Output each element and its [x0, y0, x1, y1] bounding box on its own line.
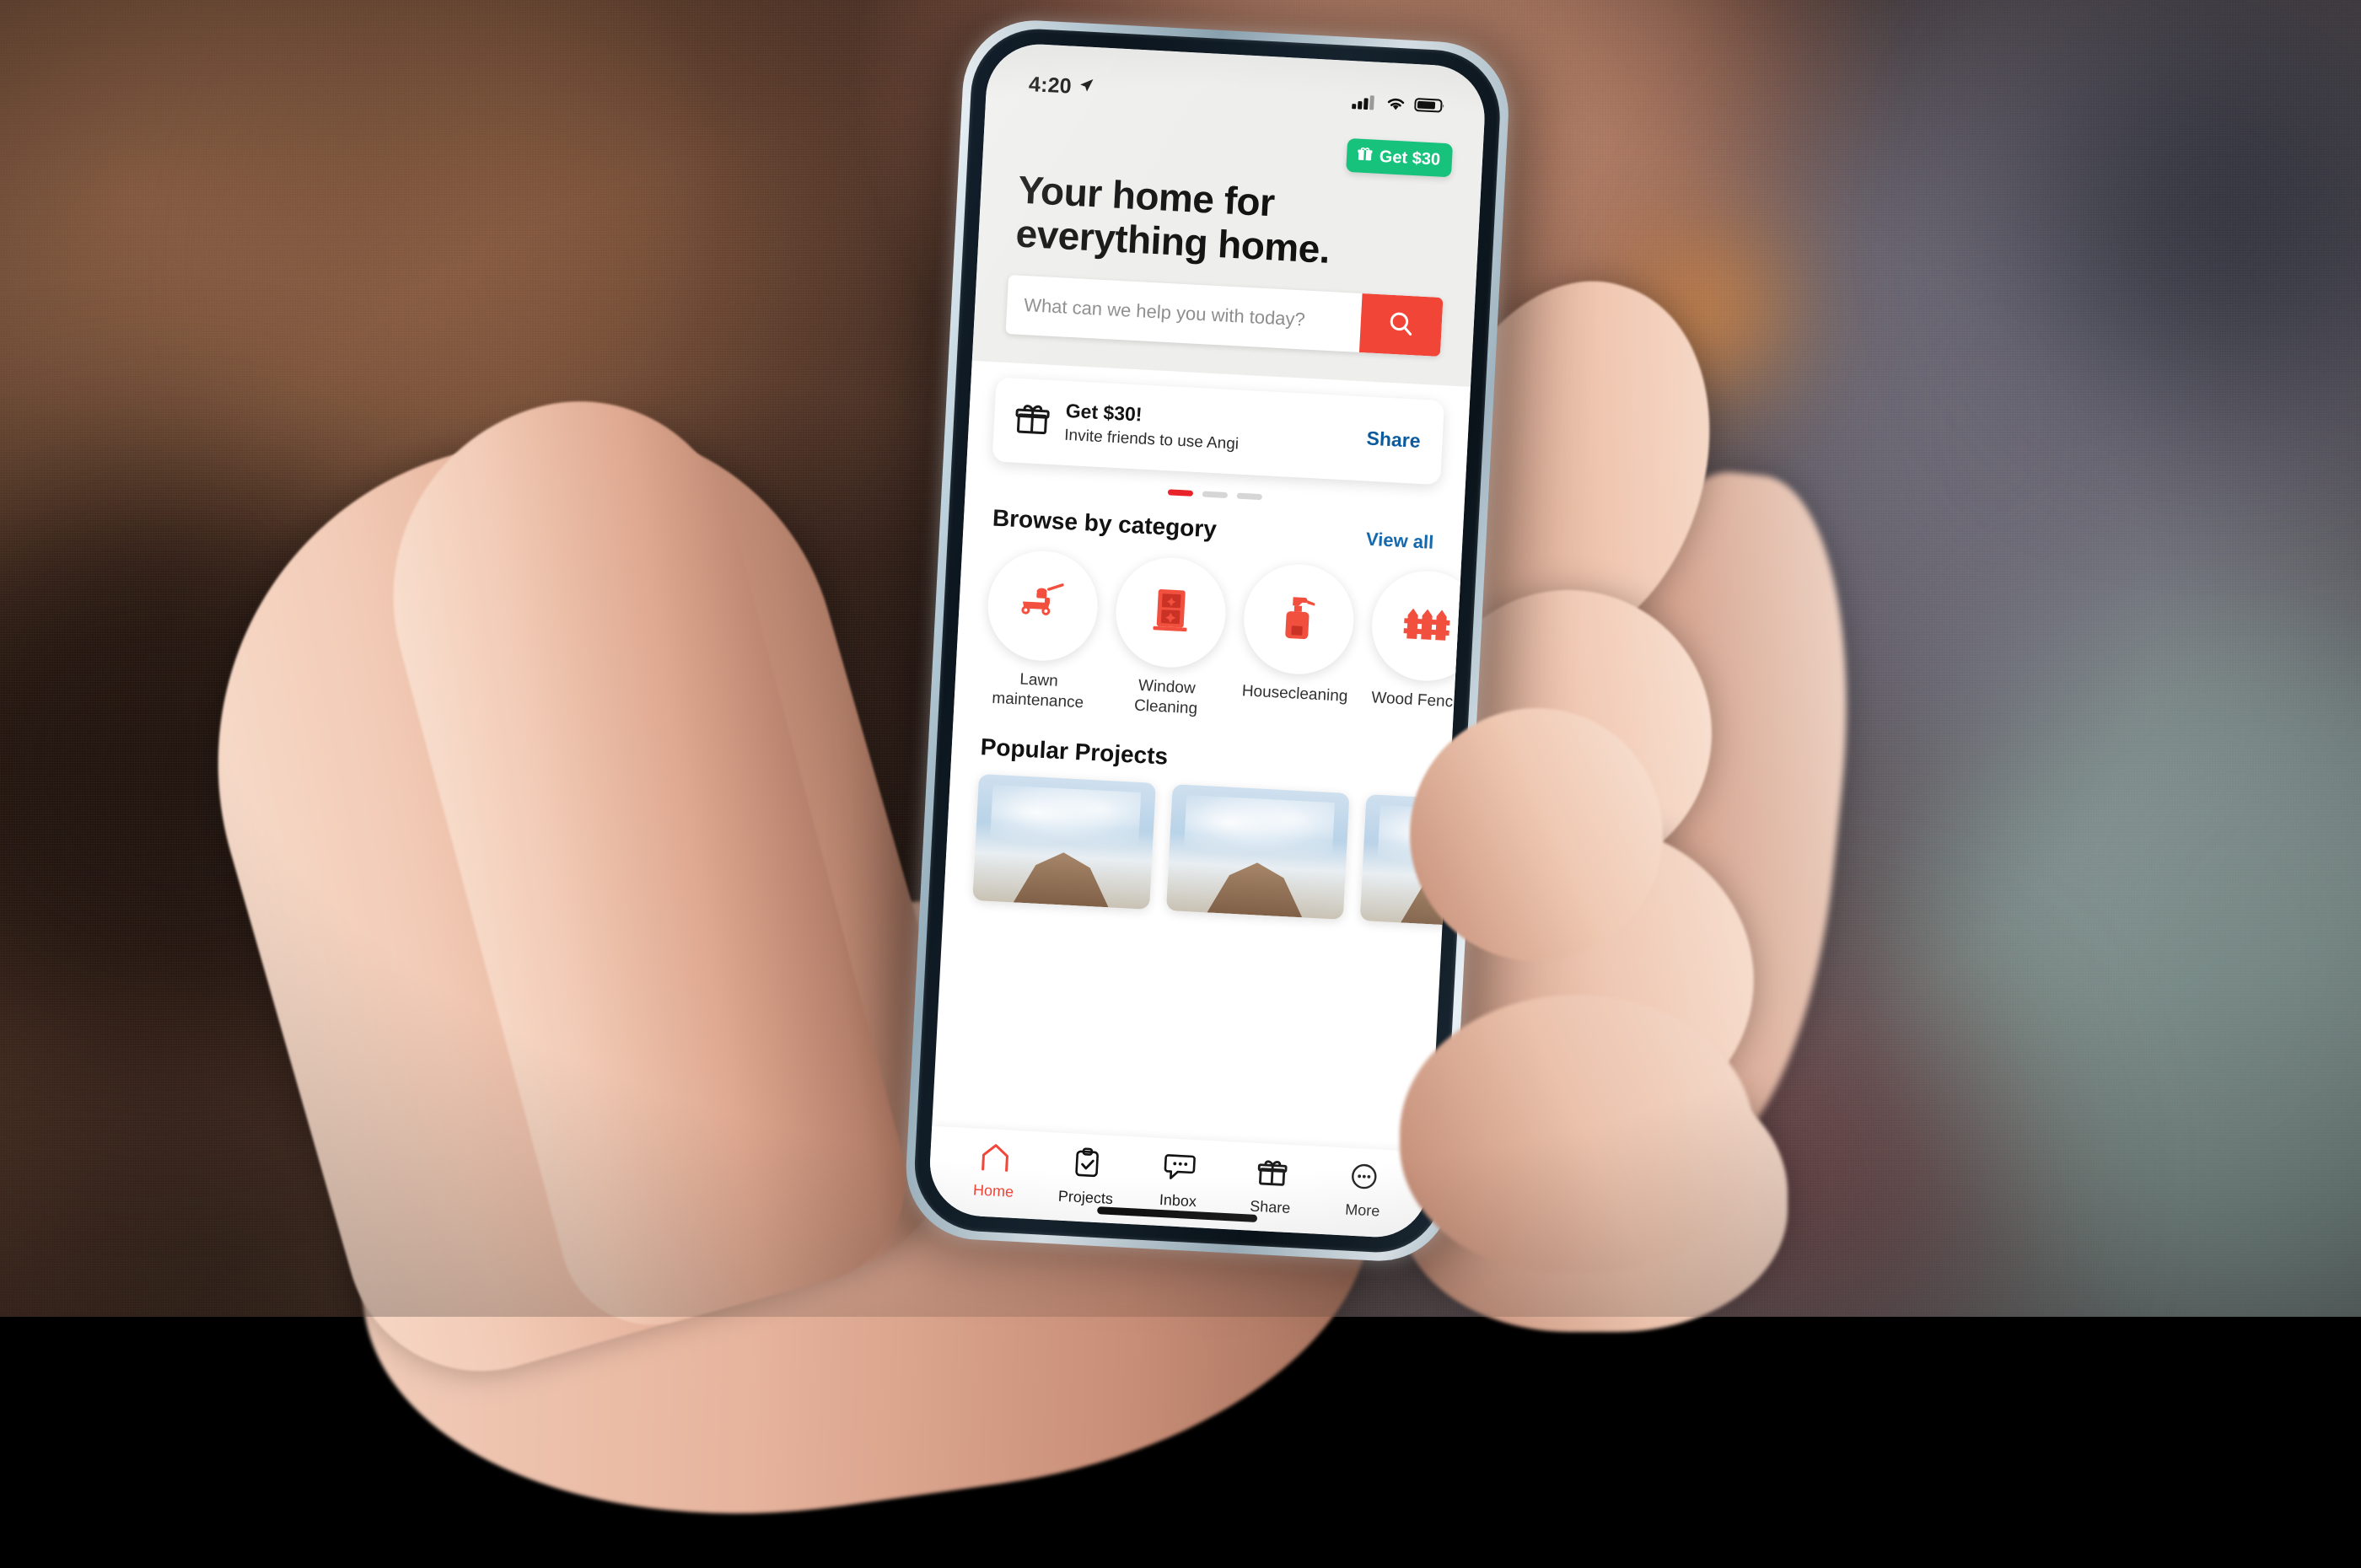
right-finger-foreground [1410, 708, 1663, 961]
tab-label: Share [1249, 1197, 1291, 1217]
chat-bubble-icon [1163, 1152, 1197, 1186]
tab-projects[interactable]: Projects [1039, 1146, 1134, 1210]
tab-label: Home [972, 1181, 1014, 1200]
clipboard-check-icon [1072, 1147, 1102, 1184]
fence-icon [1399, 599, 1454, 653]
app-header: 4:20 Get $30 Your home for everything ho… [971, 41, 1487, 387]
gift-icon [1256, 1157, 1288, 1193]
tab-share[interactable]: Share [1224, 1155, 1319, 1219]
gift-icon [1356, 145, 1373, 165]
category-housecleaning[interactable]: Housecleaning [1239, 561, 1357, 728]
clock-label: 4:20 [1028, 72, 1073, 99]
share-link[interactable]: Share [1359, 427, 1421, 453]
tab-home[interactable]: Home [947, 1141, 1042, 1203]
window-icon [1144, 583, 1197, 642]
search-input[interactable] [1005, 275, 1363, 352]
battery-icon [1414, 96, 1447, 119]
status-bar-right [1352, 93, 1447, 119]
carousel-dot-1[interactable] [1167, 489, 1194, 497]
ellipsis-circle-icon [1349, 1162, 1379, 1196]
category-window-cleaning[interactable]: Window Cleaning [1111, 555, 1229, 721]
smartphone: 4:20 Get $30 Your home for everything ho… [881, 13, 1533, 1275]
status-bar-left: 4:20 [1028, 72, 1094, 100]
phone-screen: 4:20 Get $30 Your home for everything ho… [927, 41, 1487, 1240]
get-30-label: Get $30 [1379, 147, 1441, 169]
lawn-mower-icon [1014, 579, 1071, 633]
categories-row[interactable]: Lawn maintenance Window Cleaning Housecl… [954, 530, 1485, 733]
category-label: Window Cleaning [1133, 677, 1198, 718]
cellular-signal-icon [1352, 93, 1378, 115]
tab-more[interactable]: More [1316, 1160, 1412, 1222]
tab-label: Inbox [1159, 1190, 1197, 1211]
spray-bottle-icon [1273, 589, 1324, 650]
search-bar[interactable] [1005, 275, 1444, 357]
tab-label: Projects [1057, 1187, 1114, 1208]
project-card[interactable] [972, 774, 1156, 910]
referral-card-text: Get $30! Invite friends to use Angi [1064, 400, 1346, 460]
home-icon [977, 1142, 1013, 1177]
tab-inbox[interactable]: Inbox [1132, 1150, 1227, 1212]
category-icon-circle [985, 548, 1100, 664]
category-icon-circle [1240, 561, 1357, 678]
tab-label: More [1344, 1200, 1380, 1220]
carousel-dot-3[interactable] [1236, 493, 1262, 501]
search-button[interactable] [1358, 293, 1444, 357]
category-label: Lawn maintenance [991, 670, 1084, 712]
wifi-icon [1385, 94, 1407, 116]
category-icon-circle [1113, 555, 1229, 671]
right-pinky-foreground [1400, 995, 1754, 1273]
project-card[interactable] [1165, 784, 1350, 920]
search-icon [1385, 307, 1418, 343]
gift-icon [1014, 400, 1051, 441]
view-all-link[interactable]: View all [1365, 529, 1434, 554]
popular-projects-row[interactable] [944, 759, 1487, 930]
category-label: Housecleaning [1241, 682, 1348, 706]
category-lawn-maintenance[interactable]: Lawn maintenance [982, 548, 1100, 714]
location-arrow-icon [1077, 75, 1094, 100]
get-30-button[interactable]: Get $30 [1345, 137, 1454, 178]
carousel-dot-2[interactable] [1202, 491, 1229, 499]
app-body: Get $30! Invite friends to use Angi Shar… [944, 360, 1487, 930]
